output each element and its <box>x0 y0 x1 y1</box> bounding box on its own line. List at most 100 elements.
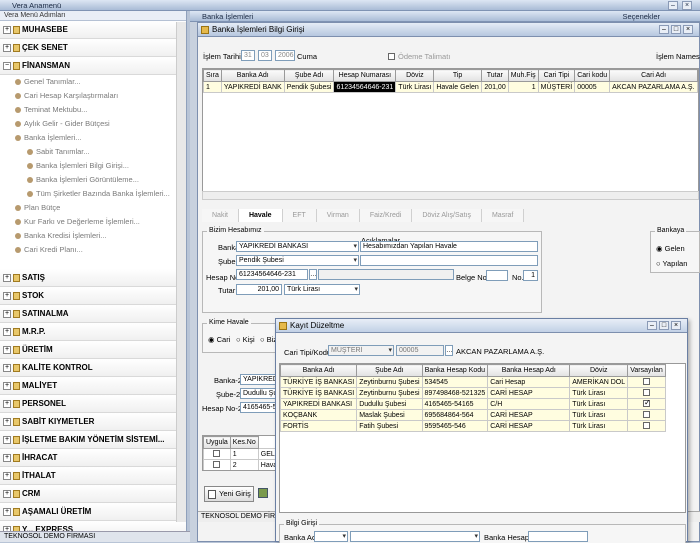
target-person-radio[interactable]: ○ Kişi <box>236 335 255 344</box>
description-field-1[interactable]: Hesabımızdan Yapılan Havale <box>360 241 538 252</box>
app-close-button[interactable]: × <box>682 1 692 10</box>
expand-icon[interactable]: + <box>3 418 11 426</box>
expand-icon[interactable]: + <box>3 328 11 336</box>
module-modules_top-0[interactable]: + MUHASEBE <box>0 21 186 39</box>
table-row[interactable]: 1GELİR <box>203 448 275 460</box>
table-row[interactable]: TÜRKİYE İŞ BANKASI Zeytinburnu Şubesi 8974… <box>280 387 666 399</box>
menu-item-bank_sub-1[interactable]: Banka İşlemleri Bilgi Girişi... <box>0 159 186 173</box>
expand-icon[interactable]: + <box>3 44 11 52</box>
module-modules_bottom-3[interactable]: + M.R.P. <box>0 323 186 341</box>
menu-item-bank_sub-0[interactable]: Sabit Tanımlar... <box>0 145 186 159</box>
menu-item-fin_sub-3[interactable]: Aylık Gelir - Gider Bütçesi <box>0 117 186 131</box>
expand-icon[interactable]: + <box>3 454 11 462</box>
tab-5[interactable]: Döviz Alış/Satış <box>412 209 482 222</box>
column-header[interactable]: Şube Adı <box>356 364 423 377</box>
expand-icon[interactable]: + <box>3 292 11 300</box>
account-no2-field[interactable]: 4165465-541 <box>240 402 276 413</box>
dlg-bank-select[interactable] <box>350 531 480 542</box>
column-header[interactable]: Banka Hesap Adı <box>487 364 571 377</box>
default-checkbox[interactable] <box>643 411 651 419</box>
module-modules_bottom-0[interactable]: + SATIŞ <box>0 269 186 287</box>
document-no-field[interactable] <box>486 270 508 281</box>
cari-code-field[interactable]: 00005 <box>396 345 444 356</box>
bank-select[interactable]: YAPIKREDİ BANKASI <box>236 241 359 252</box>
module-modules_bottom-1[interactable]: + STOK <box>0 287 186 305</box>
menu-item-bank_sub-2[interactable]: Banka İşlemleri Görüntüleme... <box>0 173 186 187</box>
module-modules_bottom-8[interactable]: + SABİT KIYMETLER <box>0 413 186 431</box>
default-checkbox[interactable] <box>643 389 651 397</box>
default-checkbox[interactable] <box>643 422 651 430</box>
column-header[interactable]: Cari kodu <box>574 69 611 82</box>
menu-item-fin_sub_after-0[interactable]: Plan Bütçe <box>0 201 186 215</box>
column-header[interactable]: Tutar <box>480 69 509 82</box>
win-min-button[interactable]: – <box>659 25 669 34</box>
currency-select[interactable]: Türk Lirası <box>284 284 360 295</box>
menu-item-fin_sub-0[interactable]: Genel Tanımlar... <box>0 75 186 89</box>
apply-checkbox[interactable] <box>213 461 221 469</box>
menu-item-fin_sub_after-3[interactable]: Cari Kredi Planı... <box>0 243 186 257</box>
module-modules_bottom-9[interactable]: + İŞLETME BAKIM YÖNETİM SİSTEMİ... <box>0 431 186 449</box>
expand-icon[interactable]: + <box>3 508 11 516</box>
back-window-options[interactable]: Seçenekler <box>622 11 660 22</box>
expand-icon[interactable]: − <box>3 62 11 70</box>
column-header[interactable]: Banka Hesap Kodu <box>421 364 489 377</box>
expand-icon[interactable]: + <box>3 472 11 480</box>
expand-icon[interactable]: + <box>3 382 11 390</box>
module-modules_bottom-10[interactable]: + İHRACAT <box>0 449 186 467</box>
column-header[interactable]: Banka Adı <box>280 364 358 377</box>
tab-3[interactable]: Virman <box>316 209 360 222</box>
menu-scrollbar[interactable] <box>176 22 186 522</box>
dlg-close-button[interactable]: × <box>671 321 681 330</box>
column-header[interactable]: Şube Adı <box>283 69 335 82</box>
apply-checkbox[interactable] <box>213 450 221 458</box>
table-row[interactable]: TÜRKİYE İŞ BANKASI Zeytinburnu Şubesi 5345… <box>280 376 666 388</box>
expand-icon[interactable]: + <box>3 436 11 444</box>
module-modules_bottom-13[interactable]: + AŞAMALI ÜRETİM <box>0 503 186 521</box>
dlg-account-no-field[interactable] <box>528 531 588 542</box>
column-header[interactable]: Tip <box>433 69 482 82</box>
column-header[interactable]: Hesap Numarası <box>333 69 397 82</box>
win-close-button[interactable]: × <box>683 25 693 34</box>
column-header[interactable]: Döviz <box>569 364 629 377</box>
dlg-max-button[interactable]: □ <box>659 321 669 330</box>
tab-1[interactable]: Havale <box>238 209 283 222</box>
module-modules_bottom-7[interactable]: + PERSONEL <box>0 395 186 413</box>
module-modules_bottom-5[interactable]: + KALİTE KONTROL <box>0 359 186 377</box>
amount-field[interactable]: 201,00 <box>236 284 282 295</box>
bank2-field[interactable]: YAPIKREDİ <box>240 374 276 385</box>
expand-icon[interactable]: + <box>3 490 11 498</box>
branch-select[interactable]: Pendik Şubesi <box>236 255 359 266</box>
table-row[interactable]: 2Havale <box>203 459 275 470</box>
save-icon[interactable] <box>258 488 268 498</box>
module-modules_bottom-12[interactable]: + CRM <box>0 485 186 503</box>
date-month-field[interactable]: 03 <box>258 50 272 61</box>
table-row[interactable]: FORTİS Fatih Şubesi 9595465-546 CARİ HESAP T… <box>280 420 666 432</box>
module-modules_top-2[interactable]: − FİNANSMAN <box>0 57 186 75</box>
tab-2[interactable]: EFT <box>282 209 317 222</box>
expand-icon[interactable]: + <box>3 346 11 354</box>
description-field-2[interactable] <box>360 255 538 266</box>
target-cari-radio[interactable]: ◉ Cari <box>208 335 230 344</box>
module-modules_bottom-6[interactable]: + MALİYET <box>0 377 186 395</box>
default-checkbox[interactable] <box>643 378 651 386</box>
win-max-button[interactable]: □ <box>671 25 681 34</box>
menu-item-fin_sub-1[interactable]: Cari Hesap Karşılaştırmaları <box>0 89 186 103</box>
menu-item-fin_sub-4[interactable]: Banka İşlemleri... <box>0 131 186 145</box>
expand-icon[interactable]: + <box>3 400 11 408</box>
column-header[interactable]: Muh.Fiş <box>507 69 539 82</box>
tab-4[interactable]: Faiz/Kredi <box>359 209 413 222</box>
module-modules_top-1[interactable]: + ÇEK SENET <box>0 39 186 57</box>
tab-6[interactable]: Masraf <box>481 209 525 222</box>
branch2-field[interactable]: Dudullu Şube <box>240 388 276 399</box>
account-name-field[interactable] <box>318 269 454 280</box>
menu-item-fin_sub_after-2[interactable]: Banka Kredisi İşlemleri... <box>0 229 186 243</box>
outgoing-radio[interactable]: ○ Yapılan <box>656 259 687 268</box>
table-row[interactable]: KOÇBANK Maslak Şubesi 695684864-564 CARİ HE… <box>280 409 666 421</box>
menu-item-fin_sub_after-1[interactable]: Kur Farkı ve Değerleme İşlemleri... <box>0 215 186 229</box>
expand-icon[interactable]: + <box>3 274 11 282</box>
default-checkbox[interactable] <box>643 400 651 408</box>
column-header[interactable]: Cari Adı <box>609 69 698 82</box>
grid-hscrollbar[interactable] <box>202 191 699 200</box>
account-no-lookup[interactable]: … <box>309 269 317 280</box>
date-year-field[interactable]: 2006 <box>275 50 295 61</box>
